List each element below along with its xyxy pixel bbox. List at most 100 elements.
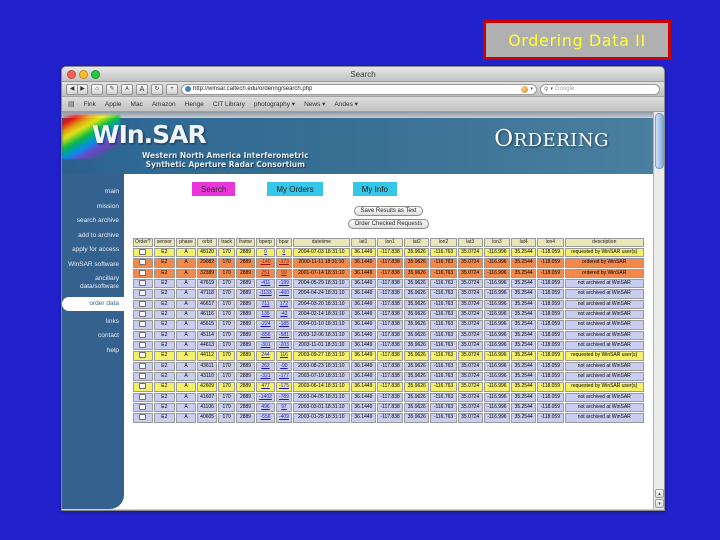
bookmark-photography[interactable]: photography ▾ — [254, 100, 295, 108]
cell-bpar-link[interactable]: 99 — [281, 270, 287, 276]
cell-bpar-link[interactable]: -42 — [280, 311, 287, 317]
bookmark-cit-library[interactable]: CIT Library — [213, 101, 245, 108]
table-row[interactable]: E2 A 44112 170 2889 244 116 2003-09-27 18:31:10… — [133, 351, 644, 361]
cell-bperp[interactable]: 0 — [256, 248, 276, 258]
show-bookmarks-icon[interactable]: ▤ — [68, 100, 75, 108]
scroll-up-icon[interactable]: ▴ — [655, 489, 664, 498]
table-row[interactable]: E2 A 43110 170 2889 -321 -177 2003-07-19 18:31:… — [133, 371, 644, 382]
cell-bpar[interactable]: -175 — [276, 382, 292, 392]
cell-bperp[interactable]: 477 — [256, 382, 276, 392]
order-checkbox-cell[interactable] — [133, 392, 153, 402]
order-checkbox[interactable] — [139, 290, 147, 297]
cell-bperp[interactable]: -224 — [256, 320, 276, 330]
bookmark-apple[interactable]: Apple — [105, 101, 122, 108]
sidebar-item-apply-for-access[interactable]: apply for access — [62, 246, 119, 254]
forward-icon[interactable]: ▶ — [77, 83, 88, 95]
scrollbar-thumb[interactable] — [655, 113, 664, 169]
cell-bperp-link[interactable]: 477 — [261, 383, 269, 389]
cell-bperp-link[interactable]: 496 — [261, 404, 269, 410]
cell-bperp-link[interactable]: 262 — [261, 363, 269, 369]
text-smaller-icon[interactable]: A — [121, 83, 133, 95]
bookmark-andes[interactable]: Andes ▾ — [334, 100, 358, 108]
sidebar-item-add-to-archive[interactable]: add to archive — [62, 232, 119, 240]
table-row[interactable]: E2 A 48120 170 2889 0 0 2004-07-03 18:31:10 36.1… — [133, 248, 644, 258]
table-row[interactable]: E2 A 41106 170 2889 496 97 2003-03-01 18:31:10 3… — [133, 402, 644, 413]
table-row[interactable]: E2 A 47118 170 2889 -1133 -460 2004-04-24 18:31… — [133, 289, 644, 299]
order-checkbox[interactable] — [139, 352, 147, 359]
cell-bpar-link[interactable]: -185 — [279, 321, 289, 327]
cell-bpar[interactable]: -185 — [276, 320, 292, 330]
cell-bpar-link[interactable]: -409 — [279, 414, 289, 420]
text-larger-icon[interactable]: A — [136, 83, 148, 95]
zoom-icon[interactable] — [91, 70, 100, 79]
order-checkbox[interactable] — [139, 393, 147, 400]
cell-bpar[interactable]: -177 — [276, 371, 292, 382]
order-checkbox[interactable] — [139, 321, 147, 328]
order-checkbox-cell[interactable] — [133, 278, 153, 289]
order-checkbox-cell[interactable] — [133, 330, 153, 340]
cell-bpar[interactable]: 116 — [276, 351, 292, 361]
order-checkbox[interactable] — [139, 341, 147, 348]
order-checkbox[interactable] — [139, 414, 147, 421]
add-bookmark-icon[interactable]: + — [166, 83, 178, 95]
table-row[interactable]: E2 A 46116 170 2889 135 -42 2004-02-14 18:31:10… — [133, 309, 644, 320]
table-row[interactable]: E2 A 42609 170 2889 477 -175 2003-06-14 18:31:1… — [133, 382, 644, 392]
table-row[interactable]: E2 A 32389 170 2889 251 99 2001-07-14 18:31:10 3… — [133, 268, 644, 278]
table-row[interactable]: E2 A 40605 170 2889 -556 -409 2003-01-25 18:31:… — [133, 413, 644, 423]
cell-bpar-link[interactable]: -90 — [280, 363, 287, 369]
cell-bpar[interactable]: -409 — [276, 413, 292, 423]
save-results-as-text-button[interactable]: Save Results as Text — [353, 206, 424, 216]
cell-bperp[interactable]: 135 — [256, 309, 276, 320]
edit-icon[interactable]: ✎ — [106, 83, 118, 95]
cell-bpar-link[interactable]: -581 — [279, 332, 289, 338]
cell-bpar-link[interactable]: -177 — [279, 373, 289, 379]
cell-bpar-link[interactable]: 0 — [283, 249, 286, 255]
window-controls[interactable] — [67, 70, 100, 79]
sidebar-item-ancillary-data[interactable]: ancillary data/software — [62, 275, 119, 290]
order-checkbox-cell[interactable] — [133, 268, 153, 278]
cell-bpar-link[interactable]: -460 — [279, 290, 289, 296]
order-checkbox-cell[interactable] — [133, 371, 153, 382]
cell-bperp[interactable]: 244 — [256, 351, 276, 361]
cell-bperp-link[interactable]: 135 — [261, 311, 269, 317]
cell-bperp[interactable]: -1133 — [256, 289, 276, 299]
cell-bpar[interactable]: -199 — [276, 278, 292, 289]
order-checkbox-cell[interactable] — [133, 289, 153, 299]
sidebar-item-winsar-software[interactable]: WinSAR software — [62, 261, 119, 269]
address-bar[interactable]: http://winsar.caltech.edu/ordering/searc… — [181, 83, 537, 95]
cell-bpar-link[interactable]: -203 — [279, 342, 289, 348]
cell-bpar[interactable]: -173 — [276, 258, 292, 268]
back-icon[interactable]: ◀ — [66, 83, 77, 95]
order-checkbox[interactable] — [139, 249, 147, 255]
order-checkbox-cell[interactable] — [133, 361, 153, 371]
cell-bperp[interactable]: -856 — [256, 330, 276, 340]
order-checkbox-cell[interactable] — [133, 402, 153, 413]
sidebar-item-links[interactable]: links — [62, 318, 119, 326]
cell-bperp-link[interactable]: 244 — [261, 352, 269, 358]
order-checkbox-cell[interactable] — [133, 258, 153, 268]
order-checkbox-cell[interactable] — [133, 340, 153, 351]
cell-bperp-link[interactable]: 251 — [261, 270, 269, 276]
cell-bpar-link[interactable]: -199 — [279, 280, 289, 286]
order-checkbox-cell[interactable] — [133, 351, 153, 361]
order-checkbox[interactable] — [139, 269, 147, 276]
order-checkbox[interactable] — [139, 300, 147, 307]
table-row[interactable]: E2 A 41607 170 2889 -1402 -789 2003-04-05 18:31… — [133, 392, 644, 402]
cell-bpar-link[interactable]: 97 — [281, 404, 287, 410]
cell-bperp[interactable]: 496 — [256, 402, 276, 413]
cell-bperp-link[interactable]: -140 — [261, 259, 271, 265]
order-checked-requests-button[interactable]: Order Checked Requests — [347, 219, 430, 229]
bookmark-fink[interactable]: Fink — [84, 101, 96, 108]
table-row[interactable]: E2 A 47619 170 2889 -411 -199 2004-05-29 18:31:… — [133, 278, 644, 289]
cell-bpar-link[interactable]: 172 — [280, 301, 288, 307]
sidebar-item-contact[interactable]: contact — [62, 332, 119, 340]
order-checkbox-cell[interactable] — [133, 320, 153, 330]
snapback-icon[interactable] — [521, 85, 529, 93]
reload-icon[interactable]: ↻ — [151, 83, 163, 95]
cell-bperp-link[interactable]: -1402 — [259, 394, 272, 400]
sidebar-item-order-data[interactable]: order data — [62, 297, 124, 311]
cell-bpar[interactable]: -90 — [276, 361, 292, 371]
cell-bpar[interactable]: 99 — [276, 268, 292, 278]
order-checkbox[interactable] — [139, 383, 147, 390]
bookmark-amazon[interactable]: Amazon — [152, 101, 176, 108]
